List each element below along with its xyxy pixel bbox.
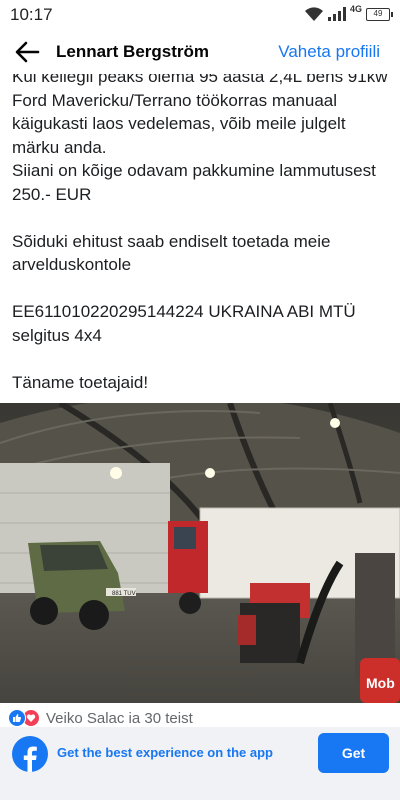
reaction-count-text: Veiko Salac ia 30 teist: [46, 709, 193, 727]
back-arrow-icon[interactable]: [14, 40, 40, 64]
reaction-summary[interactable]: Veiko Salac ia 30 teist: [8, 708, 193, 728]
post-paragraph: EE611010220295144224 UKRAINA ABI MTÜ sel…: [12, 302, 356, 345]
page-title: Lennart Bergström: [56, 42, 210, 61]
status-bar: 10:17 4G 49: [0, 0, 400, 30]
signal-icon: [327, 7, 346, 21]
garage-photo-image: 881 TUV Mob: [0, 403, 400, 703]
get-app-button[interactable]: Get: [318, 733, 389, 773]
battery-icon: 49: [366, 7, 393, 21]
wifi-icon: [304, 7, 323, 21]
get-app-banner: Get the best experience on the app Get: [0, 727, 400, 800]
switch-profile-link[interactable]: Vaheta profiili: [278, 42, 380, 62]
status-time: 10:17: [10, 5, 53, 24]
profile-header: Lennart Bergström Vaheta profiili: [0, 30, 400, 74]
post-paragraph: Kui kellegil peaks olema 95 aasta 2,4L b…: [12, 74, 388, 204]
license-plate: 881 TUV: [112, 591, 136, 597]
network-label: 4G: [349, 4, 362, 14]
like-reaction-icon: [8, 709, 26, 727]
post-paragraph: Täname toetajaid!: [12, 372, 149, 392]
banner-text: Get the best experience on the app: [57, 745, 273, 760]
facebook-logo-icon: [12, 736, 48, 772]
post-text: Kui kellegil peaks olema 95 aasta 2,4L b…: [12, 74, 388, 400]
status-icons: 4G 49: [304, 4, 393, 22]
post-paragraph: Sõiduki ehitust saab endiselt toetada me…: [12, 231, 331, 275]
post-photo[interactable]: 881 TUV Mob: [0, 403, 400, 703]
photo-sign-text: Mob: [366, 675, 395, 691]
